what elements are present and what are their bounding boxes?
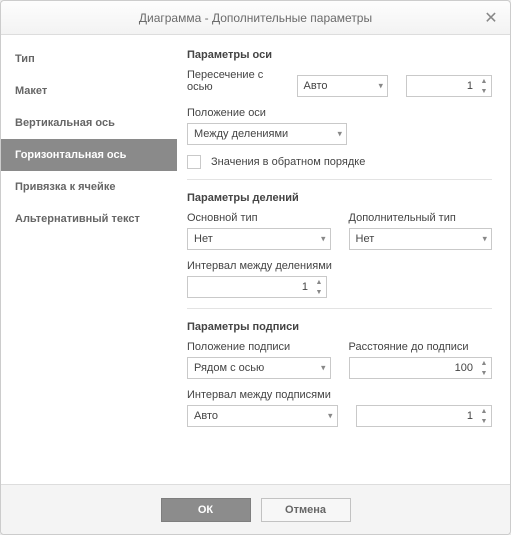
dialog: Диаграмма - Дополнительные параметры ✕ Т…: [0, 0, 511, 535]
major-tick-label: Основной тип: [187, 212, 331, 224]
titlebar: Диаграмма - Дополнительные параметры ✕: [1, 1, 510, 35]
sidebar-item-horizontal-axis[interactable]: Горизонтальная ось: [1, 139, 177, 171]
sidebar: Тип Макет Вертикальная ось Горизонтальна…: [1, 35, 177, 484]
tick-interval-input[interactable]: [187, 276, 327, 298]
spinner-up-icon[interactable]: ▲: [477, 406, 491, 416]
ok-button[interactable]: ОК: [161, 498, 251, 522]
spinner-up-icon[interactable]: ▲: [477, 358, 491, 368]
spinner-down-icon[interactable]: ▼: [477, 86, 491, 96]
axis-params-title: Параметры оси: [187, 49, 492, 61]
label-distance-spinner[interactable]: ▲ ▼: [349, 357, 493, 379]
axis-position-label: Положение оси: [187, 107, 492, 119]
label-distance-label: Расстояние до подписи: [349, 341, 493, 353]
cross-label: Пересечение с осью: [187, 69, 279, 93]
close-button[interactable]: ✕: [480, 7, 502, 29]
sidebar-item-type[interactable]: Тип: [1, 43, 177, 75]
label-interval-spinner[interactable]: ▲ ▼: [356, 405, 493, 427]
cross-number-spinner[interactable]: ▲ ▼: [406, 75, 492, 97]
minor-tick-select[interactable]: Нет ▾: [349, 228, 493, 250]
sidebar-item-cell-anchor[interactable]: Привязка к ячейке: [1, 171, 177, 203]
reverse-checkbox[interactable]: [187, 155, 201, 169]
ticks-title: Параметры делений: [187, 192, 492, 204]
label-interval-mode-value: Авто: [194, 410, 218, 422]
label-interval-mode-select[interactable]: Авто ▾: [187, 405, 338, 427]
labels-title: Параметры подписи: [187, 321, 492, 333]
spinner-down-icon[interactable]: ▼: [312, 287, 326, 297]
reverse-checkbox-row[interactable]: Значения в обратном порядке: [187, 155, 492, 169]
major-tick-select[interactable]: Нет ▾: [187, 228, 331, 250]
label-interval-input[interactable]: [356, 405, 493, 427]
minor-tick-label: Дополнительный тип: [349, 212, 493, 224]
reverse-label: Значения в обратном порядке: [211, 156, 365, 168]
separator: [187, 308, 492, 309]
sidebar-item-layout[interactable]: Макет: [1, 75, 177, 107]
spinner-up-icon[interactable]: ▲: [477, 76, 491, 86]
cross-select-value: Авто: [304, 80, 328, 92]
spinner-down-icon[interactable]: ▼: [477, 368, 491, 378]
spinner-down-icon[interactable]: ▼: [477, 416, 491, 426]
dialog-title: Диаграмма - Дополнительные параметры: [139, 11, 372, 25]
chevron-down-icon: ▾: [482, 234, 487, 245]
sidebar-item-alt-text[interactable]: Альтернативный текст: [1, 203, 177, 235]
close-icon: ✕: [484, 8, 497, 28]
label-position-select[interactable]: Рядом с осью ▾: [187, 357, 331, 379]
axis-position-value: Между делениями: [194, 128, 288, 140]
chevron-down-icon: ▾: [328, 411, 333, 422]
cross-select[interactable]: Авто ▾: [297, 75, 389, 97]
label-position-value: Рядом с осью: [194, 362, 264, 374]
content-pane: Параметры оси Пересечение с осью Авто ▾: [177, 35, 510, 484]
label-interval-label: Интервал между подписями: [187, 389, 492, 401]
separator: [187, 179, 492, 180]
minor-tick-value: Нет: [356, 233, 375, 245]
dialog-body: Тип Макет Вертикальная ось Горизонтальна…: [1, 35, 510, 484]
spinner-up-icon[interactable]: ▲: [312, 277, 326, 287]
chevron-down-icon: ▾: [321, 234, 326, 245]
chevron-down-icon: ▾: [378, 81, 383, 92]
chevron-down-icon: ▾: [321, 363, 326, 374]
dialog-footer: ОК Отмена: [1, 484, 510, 534]
major-tick-value: Нет: [194, 233, 213, 245]
label-distance-input[interactable]: [349, 357, 493, 379]
chevron-down-icon: ▾: [337, 129, 342, 140]
tick-interval-label: Интервал между делениями: [187, 260, 492, 272]
sidebar-item-vertical-axis[interactable]: Вертикальная ось: [1, 107, 177, 139]
axis-position-select[interactable]: Между делениями ▾: [187, 123, 347, 145]
label-position-label: Положение подписи: [187, 341, 331, 353]
cancel-button[interactable]: Отмена: [261, 498, 351, 522]
tick-interval-spinner[interactable]: ▲ ▼: [187, 276, 327, 298]
